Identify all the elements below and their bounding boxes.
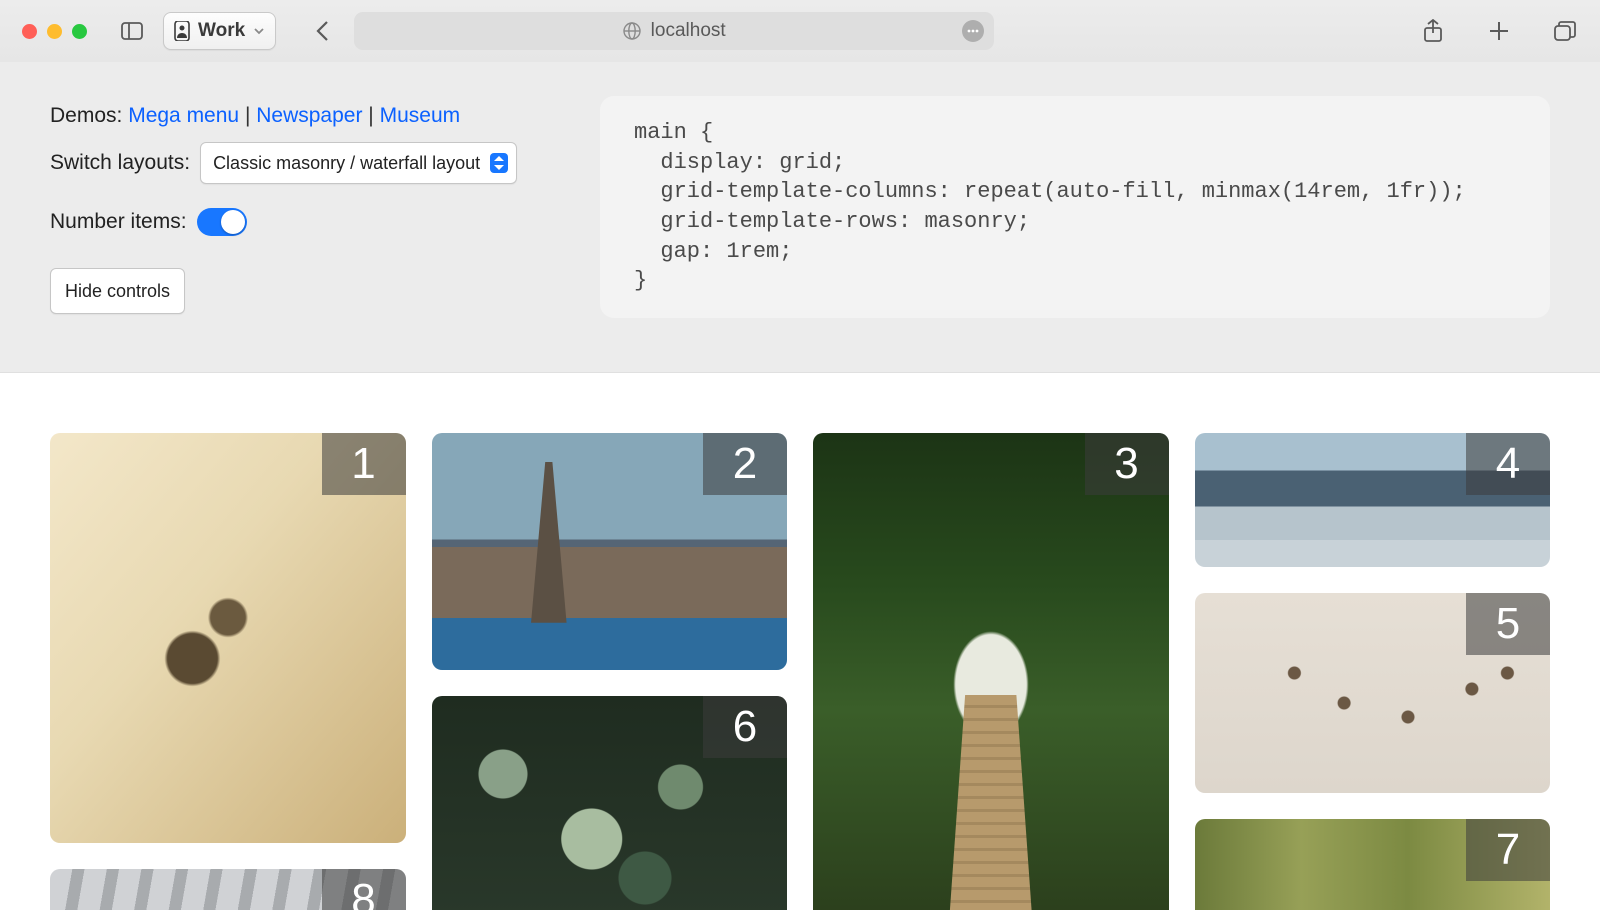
profile-label: Work — [198, 20, 245, 42]
gallery-tile[interactable]: 7 — [1195, 819, 1551, 910]
gallery-tile[interactable]: 8 — [50, 869, 406, 910]
gallery-tile[interactable]: 3 — [813, 433, 1169, 910]
back-button[interactable] — [306, 14, 340, 48]
hide-controls-label: Hide controls — [65, 281, 170, 301]
profile-icon — [174, 21, 190, 41]
layout-select[interactable]: Classic masonry / waterfall layout — [200, 142, 517, 184]
gallery-column: 1 8 — [50, 433, 406, 910]
tile-number: 1 — [322, 433, 406, 495]
tile-number: 6 — [703, 696, 787, 758]
share-button[interactable] — [1416, 14, 1450, 48]
select-stepper-icon — [490, 153, 508, 173]
ellipsis-icon — [967, 29, 979, 33]
tab-overview-button[interactable] — [1548, 14, 1582, 48]
gallery-tile[interactable]: 5 — [1195, 593, 1551, 793]
gallery-column: 4 5 7 — [1195, 433, 1551, 910]
globe-icon — [623, 22, 641, 40]
browser-toolbar: Work localhost — [0, 0, 1600, 62]
profile-switcher[interactable]: Work — [163, 12, 276, 50]
zoom-window-button[interactable] — [72, 24, 87, 39]
window-controls — [22, 24, 87, 39]
demo-link-mega[interactable]: Mega menu — [128, 104, 239, 127]
layout-select-value: Classic masonry / waterfall layout — [213, 146, 480, 180]
demos-row: Demos: Mega menu | Newspaper | Museum — [50, 96, 570, 136]
gallery-tile[interactable]: 4 — [1195, 433, 1551, 567]
sidebar-icon — [121, 22, 143, 40]
gallery-column: 2 6 — [432, 433, 788, 910]
demo-link-museum[interactable]: Museum — [380, 104, 461, 127]
tile-number: 2 — [703, 433, 787, 495]
masonry-gallery: 1 8 2 6 3 4 5 7 — [0, 373, 1600, 910]
sidebar-toggle-button[interactable] — [115, 14, 149, 48]
number-items-toggle[interactable] — [197, 208, 247, 236]
close-window-button[interactable] — [22, 24, 37, 39]
gallery-tile[interactable]: 1 — [50, 433, 406, 843]
minimize-window-button[interactable] — [47, 24, 62, 39]
code-preview: main { display: grid; grid-template-colu… — [600, 96, 1550, 318]
demo-separator: | — [362, 104, 379, 127]
tile-number: 8 — [322, 869, 406, 910]
plus-icon — [1488, 20, 1510, 42]
controls-column: Demos: Mega menu | Newspaper | Museum Sw… — [50, 96, 570, 318]
page-controls: Demos: Mega menu | Newspaper | Museum Sw… — [0, 62, 1600, 373]
layout-row: Switch layouts: Classic masonry / waterf… — [50, 142, 570, 184]
tile-number: 5 — [1466, 593, 1550, 655]
gallery-tile[interactable]: 2 — [432, 433, 788, 670]
switch-layouts-label: Switch layouts: — [50, 143, 190, 183]
tile-number: 3 — [1085, 433, 1169, 495]
address-bar[interactable]: localhost — [354, 12, 994, 50]
tile-number: 7 — [1466, 819, 1550, 881]
tabs-icon — [1554, 21, 1576, 41]
tile-number: 4 — [1466, 433, 1550, 495]
page-actions-button[interactable] — [962, 20, 984, 42]
demo-separator: | — [239, 104, 256, 127]
gallery-column: 3 — [813, 433, 1169, 910]
share-icon — [1423, 19, 1443, 43]
number-items-label: Number items: — [50, 202, 187, 242]
chevron-left-icon — [315, 20, 331, 42]
demo-link-newspaper[interactable]: Newspaper — [256, 104, 362, 127]
new-tab-button[interactable] — [1482, 14, 1516, 48]
chevron-down-icon — [253, 25, 265, 37]
hide-controls-button[interactable]: Hide controls — [50, 268, 185, 314]
gallery-tile[interactable]: 6 — [432, 696, 788, 910]
number-row: Number items: — [50, 202, 570, 242]
demos-label: Demos: — [50, 104, 122, 127]
address-text: localhost — [651, 20, 726, 42]
